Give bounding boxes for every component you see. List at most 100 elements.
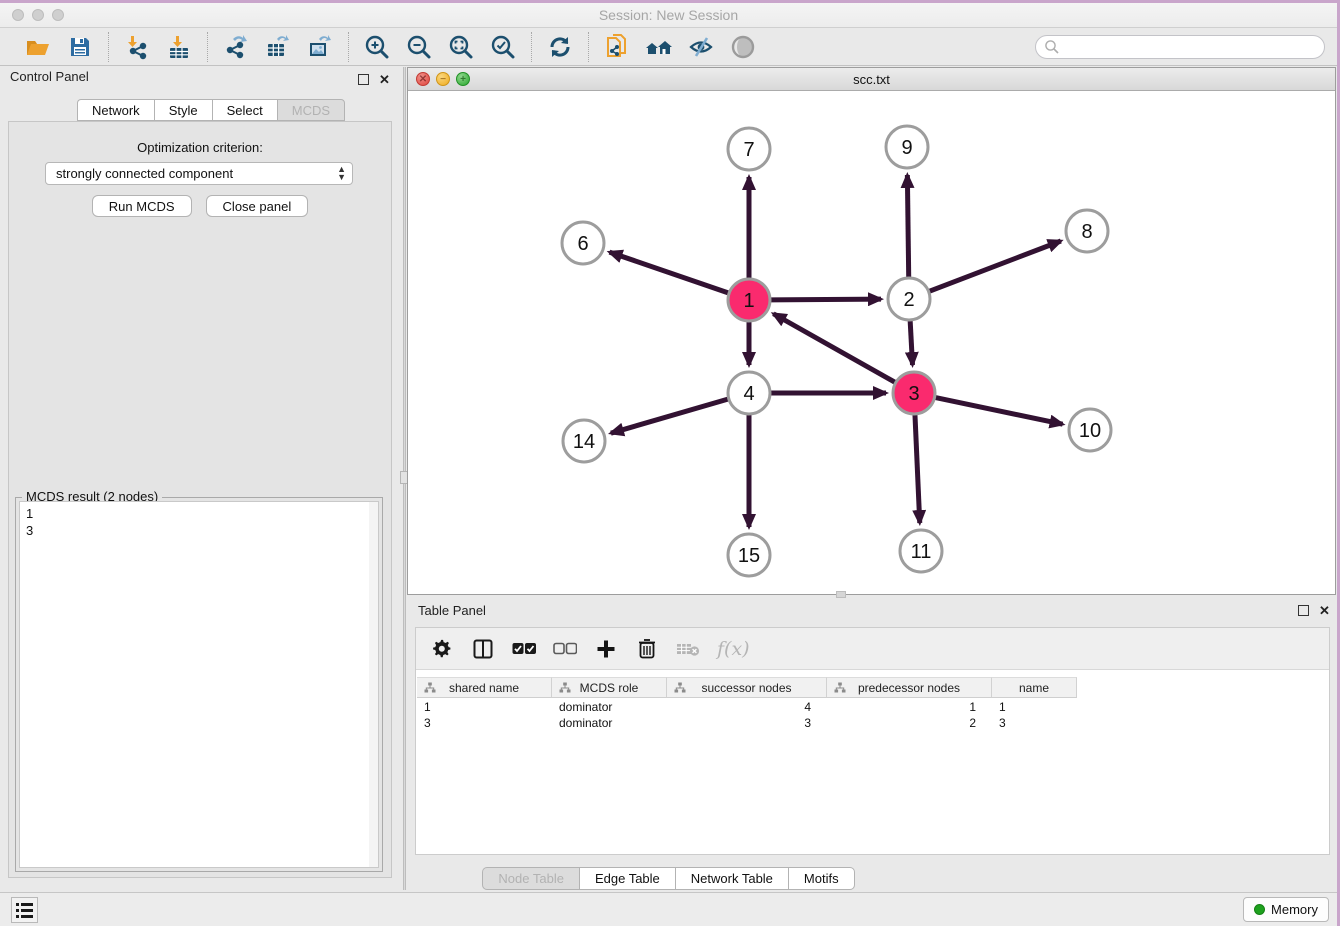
import-table-icon xyxy=(166,34,192,60)
table-row[interactable]: 3dominator323 xyxy=(417,715,1077,731)
delete-column-button[interactable] xyxy=(635,637,659,661)
tab-edge-table[interactable]: Edge Table xyxy=(579,867,675,890)
tab-select[interactable]: Select xyxy=(212,99,277,121)
deselect-all-button[interactable] xyxy=(553,637,577,661)
result-scrollbar[interactable] xyxy=(369,502,378,867)
graph-node-10[interactable]: 10 xyxy=(1069,409,1111,451)
table-cell[interactable]: dominator xyxy=(552,699,667,715)
zoom-selected-button[interactable] xyxy=(489,33,517,61)
table-cell[interactable]: dominator xyxy=(552,715,667,731)
zoom-out-button[interactable] xyxy=(405,33,433,61)
table-panel-title: Table Panel xyxy=(418,603,486,618)
search-input[interactable] xyxy=(1035,35,1325,59)
hide-selected-button[interactable] xyxy=(687,33,715,61)
table-cell[interactable]: 2 xyxy=(827,715,992,731)
table-settings-button[interactable] xyxy=(430,637,454,661)
memory-button[interactable]: Memory xyxy=(1243,897,1329,922)
refresh-icon xyxy=(547,34,573,60)
edge-4-14[interactable] xyxy=(611,399,728,433)
graph-node-4[interactable]: 4 xyxy=(728,372,770,414)
graph-node-1[interactable]: 1 xyxy=(728,279,770,321)
table-cell[interactable]: 3 xyxy=(992,715,1077,731)
export-image-button[interactable] xyxy=(306,33,334,61)
graph-node-7[interactable]: 7 xyxy=(728,128,770,170)
tab-network-table[interactable]: Network Table xyxy=(675,867,788,890)
edge-1-2[interactable] xyxy=(771,299,881,300)
network-canvas[interactable]: 7 9 6 8 1 2 4 3 14 10 15 11 xyxy=(408,91,1335,594)
graph-node-8[interactable]: 8 xyxy=(1066,210,1108,252)
tab-mcds[interactable]: MCDS xyxy=(277,99,345,121)
unchecked-boxes-icon xyxy=(553,642,577,656)
edge-3-10[interactable] xyxy=(936,398,1063,425)
edge-3-11[interactable] xyxy=(915,415,920,523)
network-graph[interactable]: 7 9 6 8 1 2 4 3 14 10 15 11 xyxy=(408,91,1336,596)
graph-node-15[interactable]: 15 xyxy=(728,534,770,576)
graph-node-3[interactable]: 3 xyxy=(893,372,935,414)
node-label: 2 xyxy=(903,289,914,311)
graph-node-11[interactable]: 11 xyxy=(900,530,942,572)
tab-motifs[interactable]: Motifs xyxy=(788,867,855,890)
graph-node-14[interactable]: 14 xyxy=(563,420,605,462)
table-cell[interactable]: 3 xyxy=(417,715,552,731)
close-panel-button[interactable]: Close panel xyxy=(206,195,309,217)
graph-node-6[interactable]: 6 xyxy=(562,222,604,264)
task-history-button[interactable] xyxy=(11,897,38,923)
add-column-button[interactable] xyxy=(594,637,618,661)
network-from-selection-button[interactable] xyxy=(603,33,631,61)
table-cell[interactable]: 4 xyxy=(667,699,827,715)
edge-2-8[interactable] xyxy=(930,241,1061,291)
application-window: Session: New Session xyxy=(0,3,1337,926)
table-row[interactable]: 1dominator411 xyxy=(417,699,1077,715)
column-header-predecessor-nodes[interactable]: predecessor nodes xyxy=(827,677,992,698)
function-builder-button[interactable]: f(x) xyxy=(717,637,750,661)
vertical-splitter[interactable] xyxy=(403,67,406,890)
column-header-successor-nodes[interactable]: successor nodes xyxy=(667,677,827,698)
show-hidden-button[interactable] xyxy=(729,33,757,61)
save-session-button[interactable] xyxy=(66,33,94,61)
node-label: 7 xyxy=(743,139,754,161)
edge-1-6[interactable] xyxy=(609,252,728,293)
horizontal-splitter-handle[interactable] xyxy=(836,591,846,598)
delete-table-button[interactable] xyxy=(676,637,700,661)
edge-3-1[interactable] xyxy=(773,314,894,382)
column-header-shared-name[interactable]: shared name xyxy=(417,677,552,698)
tab-network[interactable]: Network xyxy=(77,99,154,121)
graph-node-9[interactable]: 9 xyxy=(886,126,928,168)
control-panel-close-icon[interactable]: ✕ xyxy=(379,74,390,85)
import-table-button[interactable] xyxy=(165,33,193,61)
column-header-MCDS-role[interactable]: MCDS role xyxy=(552,677,667,698)
tab-style[interactable]: Style xyxy=(154,99,212,121)
edge-2-3[interactable] xyxy=(910,321,912,365)
network-window-titlebar[interactable]: ✕ − + scc.txt xyxy=(408,68,1335,91)
table-cell[interactable]: 1 xyxy=(827,699,992,715)
mcds-panel: Optimization criterion: strongly connect… xyxy=(8,121,392,878)
export-table-button[interactable] xyxy=(264,33,292,61)
column-header-name[interactable]: name xyxy=(992,677,1077,698)
table-panel-close-icon[interactable]: ✕ xyxy=(1319,605,1330,616)
select-all-button[interactable] xyxy=(512,637,536,661)
export-network-button[interactable] xyxy=(222,33,250,61)
edge-2-9[interactable] xyxy=(907,175,908,277)
open-file-button[interactable] xyxy=(24,33,52,61)
run-mcds-button[interactable]: Run MCDS xyxy=(92,195,192,217)
table-panel-float-icon[interactable] xyxy=(1298,605,1309,616)
table-cell[interactable]: 3 xyxy=(667,715,827,731)
control-panel-tabs: Network Style Select MCDS xyxy=(77,99,345,121)
tab-node-table[interactable]: Node Table xyxy=(482,867,579,890)
column-header-label: shared name xyxy=(449,681,519,695)
node-label: 9 xyxy=(901,137,912,159)
table-cell[interactable]: 1 xyxy=(992,699,1077,715)
criterion-dropdown[interactable]: strongly connected component ▲▼ xyxy=(45,162,353,185)
zoom-fit-button[interactable] xyxy=(447,33,475,61)
column-selector-button[interactable] xyxy=(471,637,495,661)
column-header-label: name xyxy=(1019,681,1049,695)
control-panel-float-icon[interactable] xyxy=(358,74,369,85)
show-all-button[interactable] xyxy=(645,33,673,61)
mcds-result-list[interactable]: 1 3 xyxy=(19,501,379,868)
import-network-button[interactable] xyxy=(123,33,151,61)
graph-node-2[interactable]: 2 xyxy=(888,278,930,320)
zoom-in-button[interactable] xyxy=(363,33,391,61)
table-cell[interactable]: 1 xyxy=(417,699,552,715)
refresh-button[interactable] xyxy=(546,33,574,61)
control-panel-title: Control Panel xyxy=(10,69,89,84)
